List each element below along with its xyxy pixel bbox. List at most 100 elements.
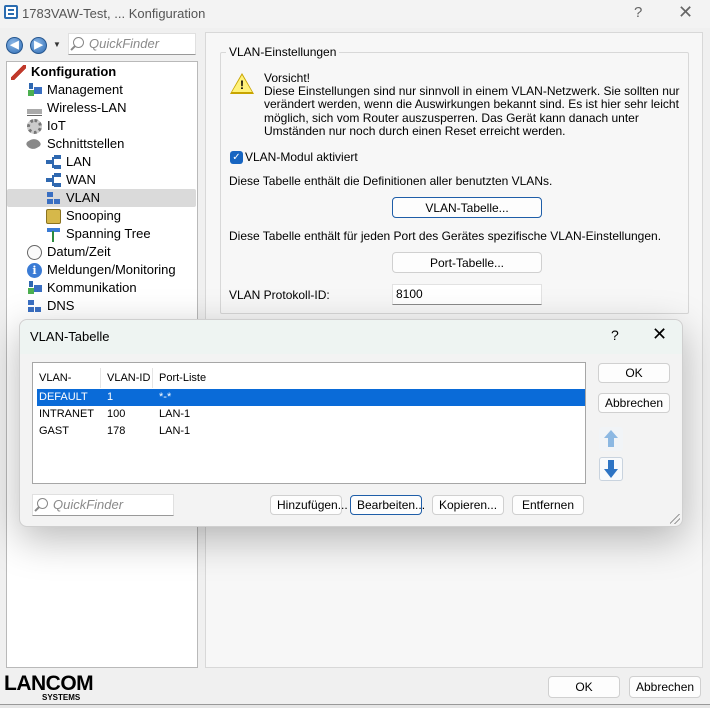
move-up-button[interactable] [599, 427, 623, 451]
app-icon [4, 5, 18, 19]
snooping-icon [46, 209, 61, 224]
resize-grip-icon[interactable] [670, 514, 680, 524]
move-down-button[interactable] [599, 457, 623, 481]
cell-vlan-id: 100 [107, 408, 126, 420]
column-header-vlan-id[interactable]: VLAN-ID [101, 368, 153, 388]
clock-icon [27, 245, 42, 260]
lancom-logo: LANCOM [4, 672, 94, 695]
add-button[interactable]: Hinzufügen... [270, 495, 348, 515]
tree-item-datum-zeit[interactable]: Datum/Zeit [27, 243, 192, 261]
dialog-cancel-button[interactable]: Abbrechen [598, 393, 670, 413]
help-button[interactable]: ? [634, 4, 642, 21]
column-header-port-list[interactable]: Port-Liste [153, 368, 223, 388]
port-table-description: Diese Tabelle enthält für jeden Port des… [229, 229, 662, 243]
communication-icon [27, 281, 42, 296]
arrow-down-icon [604, 469, 618, 478]
column-header-vlan-name[interactable]: VLAN-Name [33, 368, 101, 404]
lancom-logo-subtitle: SYSTEMS [42, 693, 81, 702]
table-row[interactable]: GAST 178 LAN-1 [37, 423, 585, 440]
cell-port-list: LAN-1 [159, 425, 191, 437]
tree-item-wireless-lan[interactable]: Wireless-LAN [27, 99, 192, 117]
tree-item-label: VLAN [66, 190, 100, 205]
forward-arrow-icon[interactable]: ▶ [30, 37, 47, 54]
dialog-ok-button[interactable]: OK [598, 363, 670, 383]
cell-vlan-name: DEFAULT [39, 391, 88, 403]
dialog-quickfinder-input[interactable]: QuickFinder [32, 494, 174, 516]
tree-item-label: LAN [66, 154, 92, 169]
tree-item-label: IoT [47, 118, 66, 133]
warning-body: Diese Einstellungen sind nur sinnvoll in… [264, 84, 680, 138]
tree-item-wan[interactable]: WAN [46, 171, 192, 189]
dialog-close-button[interactable]: ✕ [652, 324, 667, 345]
tree-item-vlan[interactable]: VLAN [7, 189, 196, 207]
info-icon: i [27, 263, 42, 278]
management-icon [27, 83, 42, 98]
config-icon [11, 65, 26, 80]
tree-item-konfiguration[interactable]: Konfiguration [11, 63, 191, 81]
tree-item-kommunikation[interactable]: Kommunikation [27, 279, 192, 297]
quickfinder-input[interactable]: QuickFinder [68, 33, 196, 55]
history-dropdown-icon[interactable]: ▼ [53, 40, 61, 49]
cell-port-list: *-* [159, 391, 172, 403]
tree-item-meldungen-monitoring[interactable]: i Meldungen/Monitoring [27, 261, 197, 279]
spanning-tree-icon [46, 227, 61, 242]
vlan-icon [46, 191, 61, 206]
tree-item-label: Wireless-LAN [47, 100, 127, 115]
window-titlebar: 1783VAW-Test, ... Konfiguration ? ✕ [0, 0, 710, 28]
dialog-title: VLAN-Tabelle [30, 329, 110, 344]
tree-item-label: DNS [47, 298, 75, 313]
tree-item-label: Snooping [66, 208, 121, 223]
cancel-button[interactable]: Abbrechen [629, 676, 701, 698]
vlan-list[interactable]: VLAN-Name VLAN-ID Port-Liste DEFAULT 1 *… [32, 362, 586, 484]
tree-item-schnittstellen[interactable]: Schnittstellen [25, 135, 192, 153]
tree-item-label: Kommunikation [47, 280, 137, 295]
tree-item-iot[interactable]: IoT [27, 117, 192, 135]
table-row[interactable]: DEFAULT 1 *-* [37, 389, 585, 406]
status-strip [0, 704, 710, 708]
protocol-id-field[interactable]: 8100 [392, 284, 542, 305]
port-table-button[interactable]: Port-Tabelle... [392, 252, 542, 273]
cell-vlan-name: GAST [39, 425, 69, 437]
tree-item-spanning-tree[interactable]: Spanning Tree [46, 225, 192, 243]
edit-button[interactable]: Bearbeiten... [350, 495, 425, 515]
vlan-table-button[interactable]: VLAN-Tabelle... [392, 197, 542, 218]
gear-icon [27, 119, 42, 134]
cell-vlan-id: 1 [107, 391, 114, 403]
tree-item-label: WAN [66, 172, 96, 187]
wan-icon [46, 173, 61, 188]
warning-message: Vorsicht! Diese Einstellungen sind nur s… [264, 71, 684, 138]
ok-button[interactable]: OK [548, 676, 620, 698]
back-arrow-icon[interactable]: ◀ [6, 37, 23, 54]
quickfinder-placeholder: QuickFinder [89, 36, 160, 51]
quickfinder-placeholder: QuickFinder [53, 497, 124, 512]
tree-item-label: Datum/Zeit [47, 244, 111, 259]
tree-item-label: Management [47, 82, 123, 97]
tree-item-management[interactable]: Management [27, 81, 192, 99]
vlan-table-dialog: VLAN-Tabelle ? ✕ VLAN-Name VLAN-ID Port-… [19, 319, 683, 527]
remove-button[interactable]: Entfernen [512, 495, 584, 515]
vlan-module-checkbox[interactable]: ✓ [230, 151, 243, 164]
dns-icon [27, 299, 42, 314]
close-button[interactable]: ✕ [678, 2, 693, 23]
vlan-module-label[interactable]: VLAN-Modul aktiviert [245, 150, 358, 164]
tree-item-snooping[interactable]: Snooping [46, 207, 192, 225]
warning-icon [230, 73, 254, 94]
tree-item-dns[interactable]: DNS [27, 297, 192, 315]
copy-button[interactable]: Kopieren... [432, 495, 504, 515]
tree-item-label: Schnittstellen [47, 136, 125, 151]
cell-vlan-id: 178 [107, 425, 126, 437]
search-icon [37, 498, 48, 509]
vlan-table-description: Diese Tabelle enthält die Definitionen a… [229, 174, 553, 188]
cell-vlan-name: INTRANET [39, 408, 94, 420]
wireless-icon [27, 101, 42, 116]
plug-icon [25, 136, 42, 152]
group-title: VLAN-Einstellungen [226, 45, 340, 59]
table-row[interactable]: INTRANET 100 LAN-1 [37, 406, 585, 423]
dialog-titlebar: VLAN-Tabelle ? ✕ [20, 320, 682, 354]
tree-item-label: Meldungen/Monitoring [47, 262, 176, 277]
checkmark-icon: ✓ [232, 152, 241, 163]
search-icon [73, 37, 84, 48]
dialog-help-button[interactable]: ? [611, 327, 619, 343]
tree-item-label: Konfiguration [31, 64, 117, 79]
tree-item-lan[interactable]: LAN [46, 153, 192, 171]
